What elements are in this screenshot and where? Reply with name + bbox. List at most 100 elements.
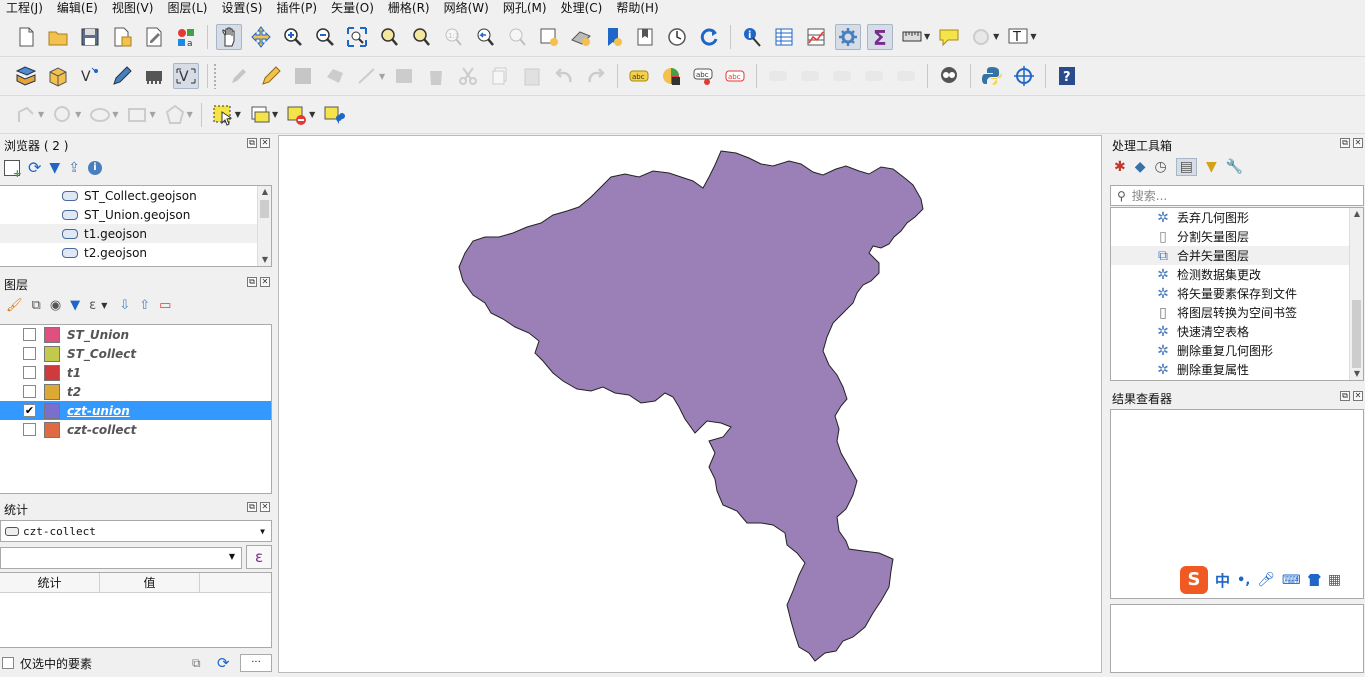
- save-as-icon[interactable]: [109, 24, 135, 50]
- current-edits-icon[interactable]: [226, 63, 252, 89]
- toolbox-search-field[interactable]: ⚲ 搜索...: [1110, 185, 1364, 206]
- processing-toolbox-icon[interactable]: [835, 23, 861, 50]
- edit-features-in-place-icon[interactable]: ▼: [1206, 159, 1217, 175]
- zoom-native-icon[interactable]: 1:1: [440, 24, 466, 50]
- menu-item[interactable]: 编辑(E): [57, 1, 98, 15]
- manage-themes-icon[interactable]: ◉: [50, 298, 61, 313]
- browser-item[interactable]: t1.geojson: [0, 224, 271, 243]
- text-annotation-icon[interactable]: T: [1005, 24, 1031, 50]
- new-map-view-icon[interactable]: [536, 24, 562, 50]
- layer-item[interactable]: ST_Collect: [0, 344, 271, 363]
- toolbox-algorithm-item[interactable]: ✲ 检测数据集更改: [1111, 265, 1363, 284]
- new-3d-view-icon[interactable]: [568, 24, 594, 50]
- toolbox-algorithm-item[interactable]: ✲ 删除重复属性: [1111, 360, 1363, 379]
- scroll-up-icon[interactable]: ▲: [258, 186, 271, 198]
- show-hide-labels-icon[interactable]: [797, 63, 823, 89]
- delete-selected-icon[interactable]: [423, 63, 449, 89]
- annotation-dropdown-icon[interactable]: ▼: [1030, 32, 1036, 41]
- highlight-labels-icon[interactable]: abc: [722, 63, 748, 89]
- menu-item[interactable]: 矢量(O): [331, 1, 374, 15]
- properties-icon[interactable]: i: [87, 160, 102, 175]
- layer-item[interactable]: czt-collect: [0, 420, 271, 439]
- menu-item[interactable]: 插件(P): [276, 1, 317, 15]
- layer-symbol-swatch[interactable]: [44, 402, 60, 419]
- menu-item[interactable]: 帮助(H): [616, 1, 658, 15]
- browser-item[interactable]: ST_Collect.geojson: [0, 186, 271, 205]
- layer-symbol-swatch[interactable]: [44, 421, 60, 438]
- zoom-to-selection-icon[interactable]: [376, 24, 402, 50]
- layer-visibility-checkbox[interactable]: [23, 423, 36, 436]
- print-layout-icon[interactable]: [141, 24, 167, 50]
- select-by-location-icon[interactable]: [321, 102, 347, 128]
- scroll-down-icon[interactable]: ▼: [258, 254, 271, 266]
- rotate-label-icon[interactable]: [829, 63, 855, 89]
- menu-item[interactable]: 处理(C): [561, 1, 603, 15]
- circle-tool-icon[interactable]: [50, 102, 76, 128]
- menu-item[interactable]: 工程(J): [6, 1, 43, 15]
- ime-punctuation-toggle[interactable]: •,: [1237, 573, 1250, 588]
- menu-item[interactable]: 设置(S): [222, 1, 263, 15]
- collapse-all-icon[interactable]: ⇪: [68, 160, 80, 176]
- rectangle-tool-icon[interactable]: [124, 102, 150, 128]
- zoom-next-icon[interactable]: [504, 24, 530, 50]
- redo-icon[interactable]: [583, 63, 609, 89]
- statistical-summary-icon[interactable]: [803, 24, 829, 50]
- toggle-editing-icon[interactable]: [258, 63, 284, 89]
- collapse-all-layers-icon[interactable]: ⇧: [139, 298, 150, 313]
- pan-map-icon[interactable]: [216, 23, 242, 50]
- style-manager-icon[interactable]: a: [173, 24, 199, 50]
- browser-item[interactable]: t2.geojson: [0, 243, 271, 262]
- toolbox-grid-icon[interactable]: ▦: [1328, 572, 1341, 588]
- decorations-icon[interactable]: [968, 24, 994, 50]
- toolbox-algorithm-item[interactable]: ▯ 将图层转换为空间书签: [1111, 303, 1363, 322]
- zoom-to-layer-icon[interactable]: [408, 24, 434, 50]
- vertex-tool-icon[interactable]: [354, 63, 380, 89]
- menu-item[interactable]: 网络(W): [444, 1, 489, 15]
- spatial-bookmark-icon[interactable]: [600, 24, 626, 50]
- decorations-dropdown-icon[interactable]: ▼: [993, 32, 999, 41]
- layer-item[interactable]: t1: [0, 363, 271, 382]
- toolbox-algorithm-item[interactable]: ✲ 丢弃几何图形: [1111, 208, 1363, 227]
- models-icon[interactable]: ✱: [1114, 159, 1126, 175]
- move-label-icon[interactable]: [765, 63, 791, 89]
- close-panel-icon[interactable]: ✕: [1353, 391, 1363, 401]
- float-panel-icon[interactable]: ⧉: [247, 502, 257, 512]
- select-value-dropdown-icon[interactable]: ▼: [272, 110, 278, 119]
- select-dropdown-icon[interactable]: ▼: [235, 110, 241, 119]
- browser-item[interactable]: ST_Union.geojson: [0, 205, 271, 224]
- layer-visibility-checkbox[interactable]: ✔: [23, 404, 36, 417]
- history-icon[interactable]: ◷: [1155, 159, 1167, 175]
- expand-all-icon[interactable]: ⇩: [119, 298, 130, 313]
- float-panel-icon[interactable]: ⧉: [247, 277, 257, 287]
- add-feature-icon[interactable]: [322, 63, 348, 89]
- measure-icon[interactable]: [899, 24, 925, 50]
- close-panel-icon[interactable]: ✕: [260, 277, 270, 287]
- float-panel-icon[interactable]: ⧉: [1340, 391, 1350, 401]
- menu-item[interactable]: 栅格(R): [388, 1, 430, 15]
- new-geopackage-icon[interactable]: [45, 63, 71, 89]
- filter-expression-icon[interactable]: ε: [89, 298, 96, 313]
- attribute-table-icon[interactable]: [771, 24, 797, 50]
- toolbox-algorithm-item[interactable]: ✲ 删除重复几何图形: [1111, 341, 1363, 360]
- copy-icon[interactable]: ⧉: [192, 656, 201, 671]
- layer-symbol-swatch[interactable]: [44, 383, 60, 400]
- pan-to-selection-icon[interactable]: [248, 24, 274, 50]
- ime-mode-toggle[interactable]: 中: [1215, 570, 1230, 591]
- float-panel-icon[interactable]: ⧉: [247, 138, 257, 148]
- zoom-last-icon[interactable]: [472, 24, 498, 50]
- menu-item[interactable]: 网孔(M): [503, 1, 547, 15]
- layer-item[interactable]: t2: [0, 382, 271, 401]
- global-icon[interactable]: [936, 63, 962, 89]
- data-source-manager-icon[interactable]: [13, 63, 39, 89]
- paste-features-icon[interactable]: [519, 63, 545, 89]
- close-panel-icon[interactable]: ✕: [260, 502, 270, 512]
- more-options-button[interactable]: ···: [240, 654, 272, 672]
- selected-only-checkbox[interactable]: [2, 657, 14, 669]
- refresh-icon[interactable]: [696, 24, 722, 50]
- add-selected-layers-icon[interactable]: +: [4, 159, 22, 179]
- virtual-layer-icon[interactable]: [141, 63, 167, 89]
- map-tips-icon[interactable]: [936, 24, 962, 50]
- refresh-browser-icon[interactable]: ⟳: [28, 158, 41, 177]
- new-project-icon[interactable]: [13, 24, 39, 50]
- new-virtual-layer-icon[interactable]: V: [173, 63, 199, 89]
